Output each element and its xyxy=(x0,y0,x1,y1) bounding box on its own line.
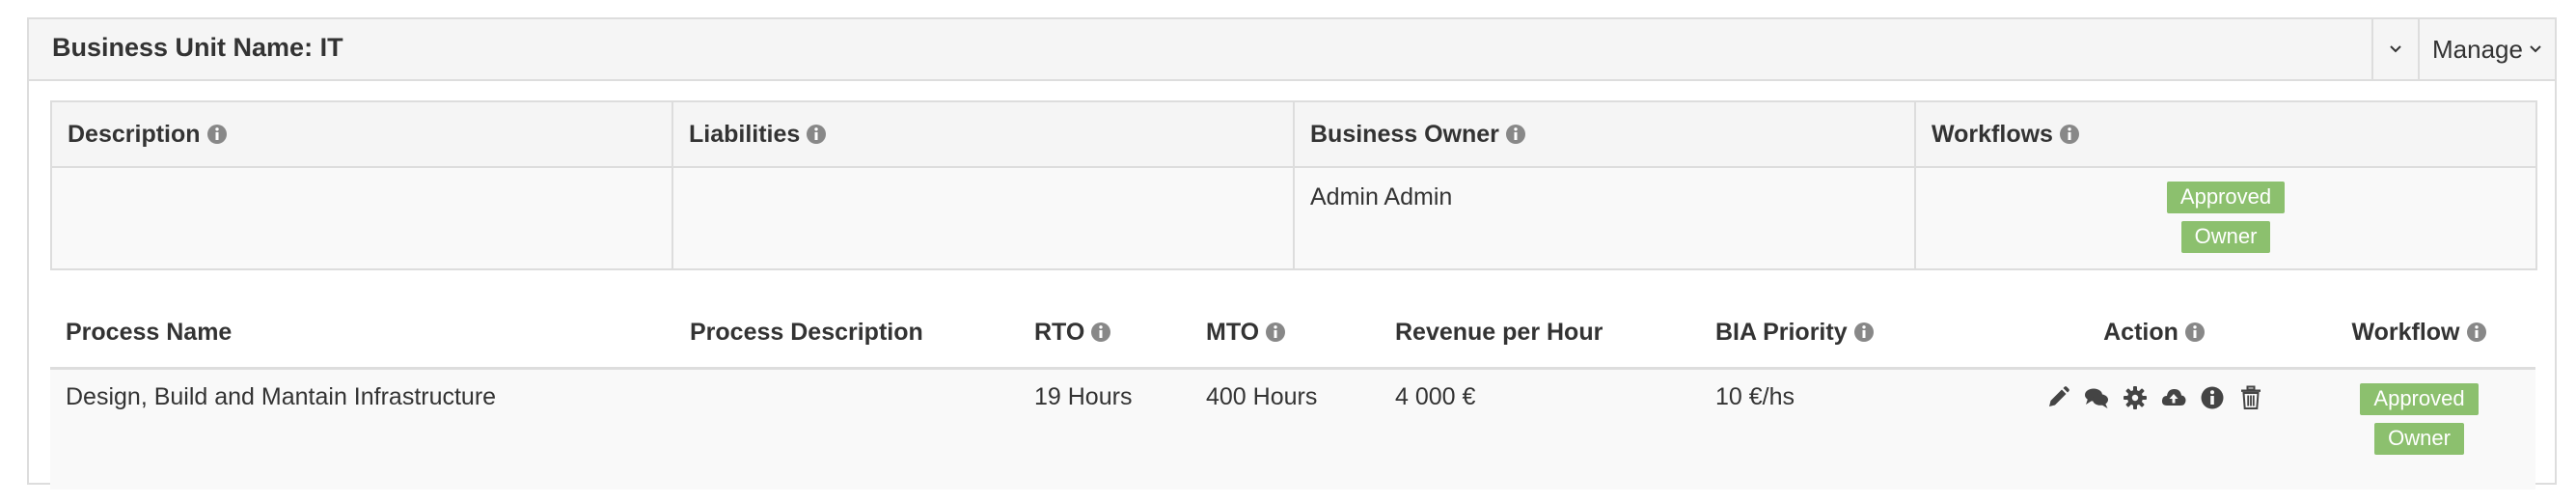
info-icon[interactable] xyxy=(2466,322,2487,343)
info-icon[interactable] xyxy=(206,124,228,145)
info-icon[interactable] xyxy=(1090,322,1111,343)
comments-icon xyxy=(2085,388,2108,408)
panel-title: Business Unit Name: IT xyxy=(52,33,343,62)
header-business-owner: Business Owner xyxy=(1293,100,1916,168)
header-process-name: Process Name xyxy=(50,297,674,370)
delete-button[interactable] xyxy=(2238,385,2263,410)
edit-button[interactable] xyxy=(2045,385,2070,410)
gear-icon xyxy=(2124,386,2147,409)
info-button[interactable] xyxy=(2200,385,2225,410)
chevron-down-icon xyxy=(2530,45,2541,53)
status-badge-approved: Approved xyxy=(2360,383,2479,415)
chevron-down-icon xyxy=(2390,45,2401,53)
trash-icon xyxy=(2241,385,2261,409)
revenue-cell: 4 000 € xyxy=(1380,368,1700,490)
header-rto: RTO xyxy=(1019,297,1191,370)
header-action: Action xyxy=(2006,297,2303,370)
panel-header: Business Unit Name: IT Manage xyxy=(29,19,2555,81)
header-workflows: Workflows xyxy=(1914,100,2537,168)
header-bia-priority: BIA Priority xyxy=(1700,297,2006,370)
status-badge-owner: Owner xyxy=(2374,423,2464,455)
cloud-upload-icon xyxy=(2161,389,2186,406)
header-workflow: Workflow xyxy=(2303,297,2535,370)
info-icon[interactable] xyxy=(1853,322,1875,343)
business-unit-panel: Business Unit Name: IT Manage Descriptio… xyxy=(27,17,2557,490)
process-table-header-row: Process Name Process Description RTO MTO… xyxy=(50,297,2535,370)
info-icon[interactable] xyxy=(1265,322,1286,343)
business-unit-info-table: Description Liabilities Business Owner W… xyxy=(50,100,2537,270)
process-table: Process Name Process Description RTO MTO… xyxy=(50,297,2535,490)
settings-button[interactable] xyxy=(2123,385,2148,410)
manage-label: Manage xyxy=(2432,34,2523,64)
workflow-cell: Approved Owner xyxy=(2303,368,2535,490)
upload-button[interactable] xyxy=(2161,385,2186,410)
business-owner-cell: Admin Admin xyxy=(1293,166,1916,270)
header-revenue-per-hour: Revenue per Hour xyxy=(1380,297,1700,370)
action-cell xyxy=(2006,368,2303,490)
header-liabilities: Liabilities xyxy=(671,100,1295,168)
info-icon[interactable] xyxy=(806,124,827,145)
info-icon xyxy=(2201,386,2224,409)
header-mto: MTO xyxy=(1191,297,1380,370)
manage-dropdown-button[interactable]: Manage xyxy=(2418,19,2555,79)
rto-cell: 19 Hours xyxy=(1019,368,1191,490)
action-icons xyxy=(2045,385,2263,410)
table-row: Design, Build and Mantain Infrastructure… xyxy=(50,368,2535,490)
status-badge-approved: Approved xyxy=(2166,182,2286,213)
process-description-cell xyxy=(674,368,1019,490)
info-table-header-row: Description Liabilities Business Owner W… xyxy=(50,100,2537,168)
workflows-cell: Approved Owner xyxy=(1914,166,2537,270)
mto-cell: 400 Hours xyxy=(1191,368,1380,490)
header-process-description: Process Description xyxy=(674,297,1019,370)
info-table-row: Admin Admin Approved Owner xyxy=(50,166,2537,270)
process-name-cell: Design, Build and Mantain Infrastructure xyxy=(50,368,674,490)
bia-priority-cell: 10 €/hs xyxy=(1700,368,2006,490)
info-icon[interactable] xyxy=(2184,322,2206,343)
info-icon[interactable] xyxy=(1505,124,1526,145)
pencil-icon xyxy=(2049,386,2069,406)
collapse-toggle-button[interactable] xyxy=(2371,19,2418,79)
liabilities-cell xyxy=(671,166,1295,270)
header-description: Description xyxy=(50,100,673,168)
description-cell xyxy=(50,166,673,270)
comments-button[interactable] xyxy=(2084,385,2109,410)
info-icon[interactable] xyxy=(2059,124,2080,145)
status-badge-owner: Owner xyxy=(2180,221,2271,253)
